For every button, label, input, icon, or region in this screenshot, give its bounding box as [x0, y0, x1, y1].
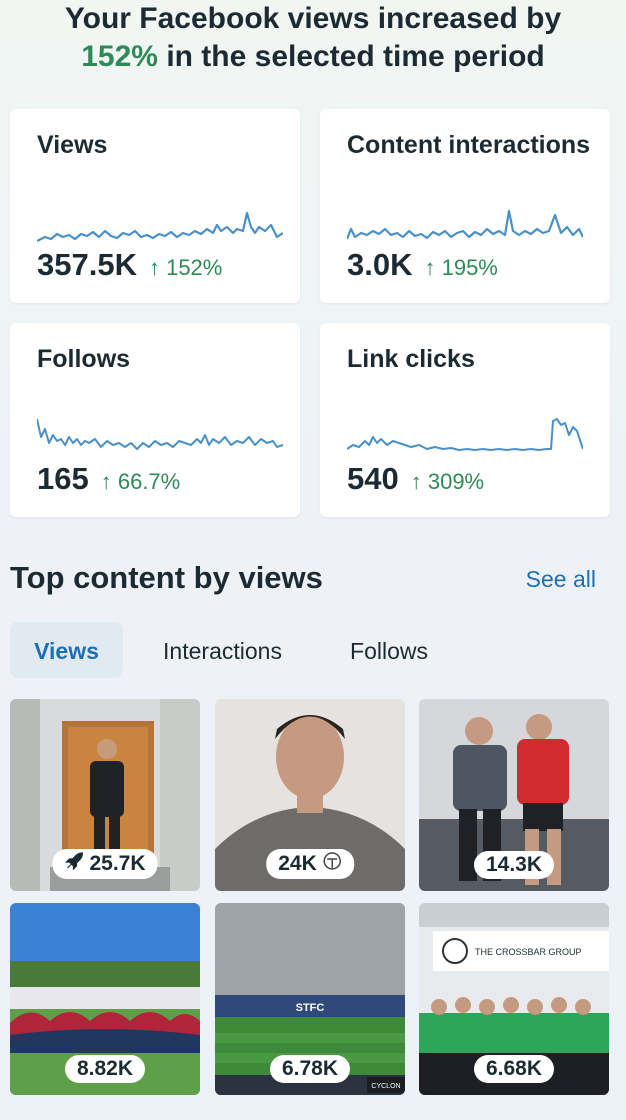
top-content-title: Top content by views: [10, 560, 323, 595]
views-count: 8.82K: [76, 1057, 134, 1080]
link-clicks-sparkline: [347, 418, 583, 451]
views-count: 6.68K: [485, 1057, 543, 1080]
logo-icon: [322, 851, 342, 877]
views-badge: 6.68K: [473, 1055, 555, 1083]
insights-headline: Your Facebook views increased by 152% in…: [0, 0, 626, 76]
follows-card[interactable]: Follows 165 ↑ 66.7%: [10, 323, 300, 517]
card-value: 165: [37, 461, 89, 496]
views-badge: 14.3K: [473, 851, 555, 879]
card-value: 540: [347, 461, 399, 496]
top-post-thumbnail[interactable]: THE CROSSBAR GROUP 6.68K: [419, 903, 609, 1095]
views-badge: 8.82K: [64, 1055, 146, 1083]
card-change: ↑ 195%: [424, 255, 498, 280]
tab-follows[interactable]: Follows: [330, 622, 448, 678]
link-clicks-card[interactable]: Link clicks 540 ↑ 309%: [320, 323, 610, 517]
card-value: 357.5K: [37, 247, 137, 282]
views-card[interactable]: Views 357.5K ↑ 152%: [10, 109, 300, 303]
card-change: ↑ 66.7%: [100, 469, 181, 494]
boost-rocket-icon: [64, 851, 84, 877]
top-post-thumbnail[interactable]: STFC CYCLON 6.78K: [215, 903, 405, 1095]
top-post-thumbnail[interactable]: 8.82K: [10, 903, 200, 1095]
see-all-link[interactable]: See all: [526, 566, 596, 593]
top-post-thumbnail[interactable]: 14.3K: [419, 699, 609, 891]
top-post-thumbnail[interactable]: 24K: [215, 699, 405, 891]
views-sparkline: [37, 211, 283, 242]
svg-text:STFC: STFC: [296, 1002, 325, 1014]
card-metric: 3.0K ↑ 195%: [347, 247, 498, 283]
card-value: 3.0K: [347, 247, 413, 282]
card-change: ↑ 152%: [148, 255, 223, 280]
views-count: 24K: [278, 852, 317, 875]
card-metric: 165 ↑ 66.7%: [37, 461, 180, 497]
content-interactions-sparkline: [347, 209, 583, 240]
tab-views[interactable]: Views: [10, 622, 123, 678]
card-title: Views: [37, 131, 108, 159]
headline-line-2: 152% in the selected time period: [0, 38, 626, 76]
headline-rest: in the selected time period: [166, 40, 545, 73]
views-count: 6.78K: [281, 1057, 339, 1080]
card-metric: 540 ↑ 309%: [347, 461, 484, 497]
views-badge: 6.78K: [269, 1055, 351, 1083]
tab-interactions[interactable]: Interactions: [140, 622, 305, 678]
card-title: Link clicks: [347, 345, 475, 373]
views-badge: 24K: [266, 849, 354, 879]
content-interactions-card[interactable]: Content interactions 3.0K ↑ 195%: [320, 109, 610, 303]
follows-sparkline: [37, 418, 283, 450]
svg-text:THE CROSSBAR GROUP: THE CROSSBAR GROUP: [475, 947, 582, 957]
views-count: 14.3K: [485, 853, 543, 876]
views-badge: 25.7K: [52, 849, 158, 879]
svg-text:CYCLON: CYCLON: [371, 1083, 400, 1090]
card-metric: 357.5K ↑ 152%: [37, 247, 222, 283]
headline-line-1: Your Facebook views increased by: [64, 2, 562, 35]
card-title: Content interactions: [347, 131, 591, 159]
headline-percent: 152%: [81, 40, 158, 73]
views-count: 25.7K: [89, 852, 146, 875]
card-title: Follows: [37, 345, 131, 373]
top-post-thumbnail[interactable]: 25.7K: [10, 699, 200, 891]
card-change: ↑ 309%: [410, 469, 485, 494]
